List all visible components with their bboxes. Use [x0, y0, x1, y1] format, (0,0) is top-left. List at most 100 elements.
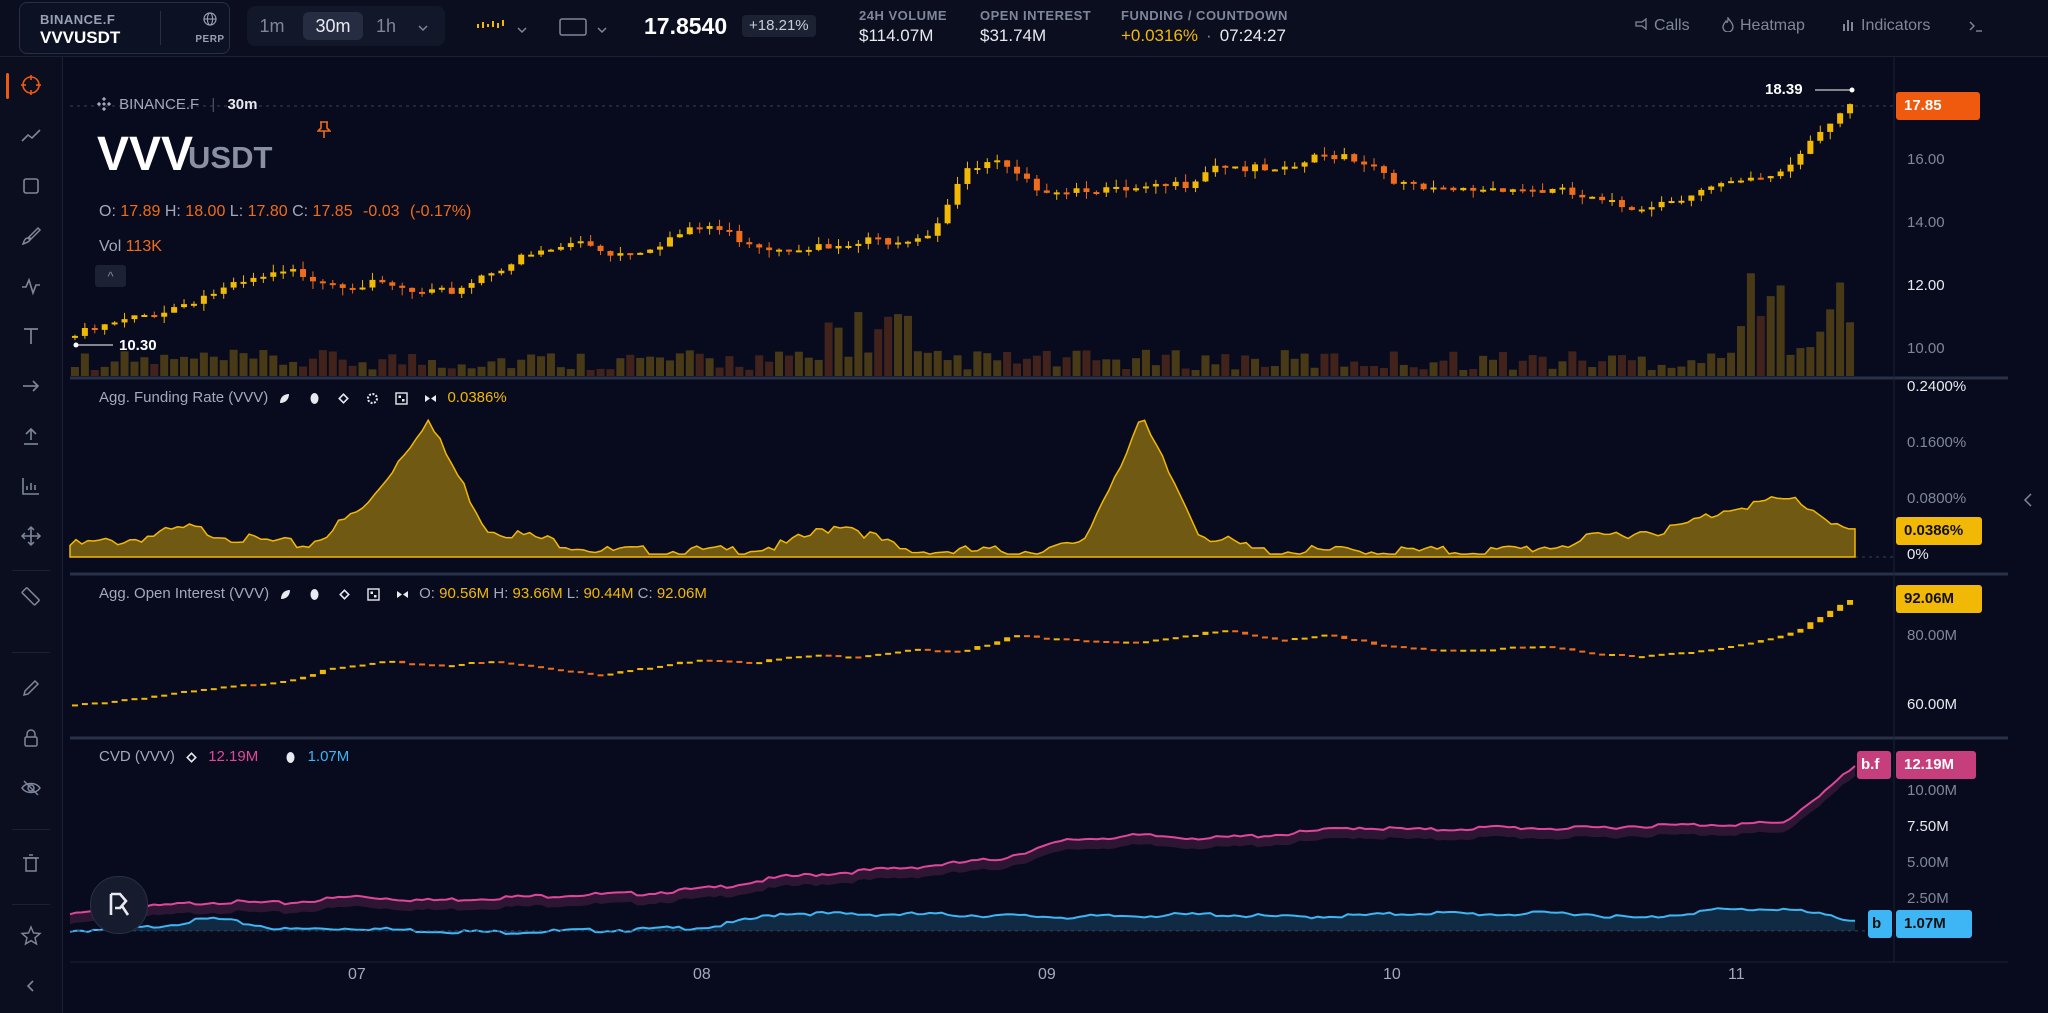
pin-icon[interactable] [316, 121, 332, 144]
volume-bar [1548, 368, 1557, 376]
chevron-left-icon[interactable] [2022, 492, 2034, 513]
candle [676, 234, 683, 238]
volume-bar [328, 351, 337, 376]
oi-candle [190, 690, 197, 693]
volume-bar [636, 357, 645, 376]
candle [1410, 181, 1417, 184]
last-price-tag: 17.85 [1896, 92, 1980, 120]
candle [657, 246, 664, 250]
oi-axis-label: 80.00M [1907, 627, 1958, 644]
candle [71, 335, 78, 338]
oi-candle [1509, 646, 1516, 649]
x-axis-label: 09 [1038, 966, 1056, 983]
candle [984, 162, 991, 169]
candle [974, 168, 981, 171]
candle [964, 168, 971, 184]
candle [131, 315, 138, 320]
candle [1341, 154, 1348, 160]
candle [617, 253, 624, 256]
candle [904, 241, 911, 244]
volume-bar [378, 359, 387, 376]
oi-candle [1747, 642, 1754, 645]
oi-candle [419, 663, 426, 666]
candle [1757, 177, 1764, 180]
candle [716, 226, 723, 230]
volume-bar [1419, 369, 1428, 376]
oi-candle [1291, 637, 1298, 641]
volume-bar [894, 314, 903, 376]
volume-bar [735, 366, 744, 376]
candle [1361, 161, 1368, 165]
candle [1212, 165, 1219, 173]
oi-candle [468, 662, 475, 665]
volume-bar [1141, 349, 1150, 376]
candle [1569, 187, 1576, 195]
leaf-icon [279, 588, 292, 601]
candle [1609, 200, 1616, 203]
volume-bar [1538, 356, 1547, 376]
oi-candle [1480, 649, 1487, 652]
oi-axis-label: 60.00M [1907, 696, 1958, 713]
candle [270, 272, 277, 277]
candle [1728, 181, 1735, 184]
candle [1490, 188, 1497, 191]
candle [1807, 140, 1814, 154]
volume-bar [507, 368, 516, 376]
oi-candle [409, 663, 416, 666]
oi-candle [1837, 604, 1844, 611]
oi-candle [865, 655, 872, 658]
volume-bar [1846, 322, 1855, 376]
volume-bar [457, 364, 466, 376]
volume-bar [1211, 364, 1220, 376]
volume-bar [1617, 355, 1626, 376]
oi-candle [1638, 656, 1645, 659]
oi-low-label: L: [566, 585, 580, 602]
oi-candle [1123, 641, 1130, 644]
oi-candle [1053, 638, 1060, 641]
volume-bar [1727, 352, 1736, 376]
oi-candle [270, 682, 277, 685]
change-value: -0.03 [363, 203, 400, 220]
oi-candle [855, 656, 862, 659]
candle [538, 250, 545, 255]
oi-candle [547, 667, 554, 670]
candle [1014, 166, 1021, 174]
legend-timeframe[interactable]: 30m [227, 96, 257, 113]
volume-bar [884, 316, 893, 376]
candle [1351, 154, 1358, 162]
candle [1668, 201, 1675, 204]
candle [1837, 113, 1844, 124]
candle [240, 281, 247, 284]
candle [1093, 192, 1100, 195]
volume-bar [130, 361, 139, 376]
volume-bar [1221, 354, 1230, 376]
volume-bar [814, 359, 823, 376]
candle [1847, 104, 1854, 114]
volume-bar [1231, 369, 1240, 376]
oi-candle [1698, 650, 1705, 653]
candle [954, 183, 961, 205]
volume-bar [705, 358, 714, 376]
oi-candle [329, 667, 336, 670]
volume-bar [229, 349, 238, 376]
candle [399, 285, 406, 288]
app-logo-icon[interactable] [90, 876, 148, 934]
oi-candle [984, 644, 991, 647]
candle [607, 251, 614, 256]
candle [1698, 189, 1705, 196]
volume-bar [596, 368, 605, 376]
oi-candle [597, 674, 604, 677]
oi-candle [607, 673, 614, 676]
oi-candle [220, 686, 227, 689]
volume-bar [1003, 351, 1012, 376]
collapse-legend-button[interactable]: ^ [95, 265, 126, 287]
oi-candle [1440, 649, 1447, 652]
x-axis-label: 07 [348, 966, 366, 983]
low-value: 17.80 [247, 203, 288, 220]
candle [1549, 188, 1556, 193]
chart-canvas[interactable] [0, 0, 2048, 1013]
oi-candle [319, 669, 326, 675]
volume-bar [824, 322, 833, 376]
volume-bar [239, 353, 248, 376]
volume-bar [100, 366, 109, 376]
